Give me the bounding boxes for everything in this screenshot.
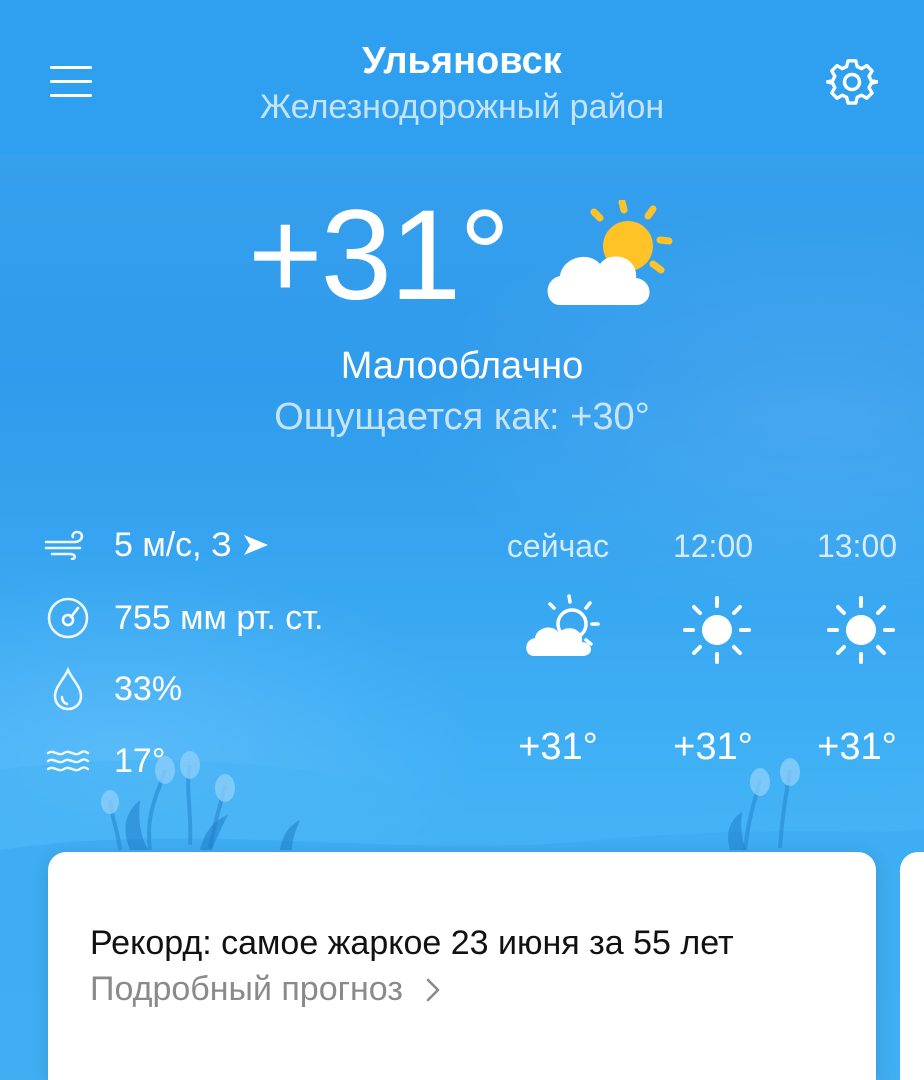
humidity-value: 33% — [114, 669, 183, 708]
hourly-time: сейчас — [506, 528, 610, 564]
wind-direction-icon — [243, 535, 268, 555]
partly-cloudy-sun-icon — [547, 200, 673, 305]
feels-like: Ощущается как: +30° — [274, 396, 650, 438]
partly-cloudy-sun-icon — [526, 594, 600, 656]
pressure-value: 755 мм рт. ст. — [114, 598, 324, 637]
hourly-time: 12:00 — [672, 528, 754, 564]
wind-value: 5 м/с, З — [114, 525, 232, 564]
hourly-temp: +31° — [518, 726, 598, 768]
water-temp-param: 17° — [44, 736, 165, 786]
hourly-temp: +31° — [817, 726, 897, 768]
hourly-time: 13:00 — [816, 528, 898, 564]
hourly-item-1300[interactable]: 13:00 +31° — [787, 528, 924, 788]
settings-button[interactable] — [825, 56, 879, 108]
water-temp-value: 17° — [114, 741, 166, 780]
wind-param: 5 м/с, З — [44, 520, 270, 570]
district-subtitle[interactable]: Железнодорожный район — [0, 88, 924, 127]
city-title[interactable]: Ульяновск — [0, 40, 924, 83]
wind-icon — [44, 530, 84, 560]
next-card-peek[interactable] — [900, 852, 924, 1080]
humidity-drop-icon — [53, 667, 83, 711]
chevron-right-icon — [426, 978, 440, 1001]
sun-icon — [827, 596, 895, 664]
hourly-item-1200[interactable]: 12:00 +31° — [643, 528, 783, 788]
detailed-forecast-label: Подробный прогноз — [90, 970, 403, 1008]
gear-icon — [825, 59, 879, 105]
sun-icon — [683, 596, 751, 664]
hourly-item-now[interactable]: сейчас +31° — [488, 528, 628, 788]
record-title: Рекорд: самое жаркое 23 июня за 55 лет — [90, 924, 734, 962]
header-bar: Ульяновск Железнодорожный район — [0, 0, 924, 155]
weather-condition: Малооблачно — [340, 345, 584, 387]
pressure-param: 755 мм рт. ст. — [44, 593, 323, 643]
hourly-temp: +31° — [673, 726, 753, 768]
record-card[interactable]: Рекорд: самое жаркое 23 июня за 55 лет П… — [48, 852, 876, 1080]
detailed-forecast-link[interactable]: Подробный прогноз — [90, 970, 441, 1009]
current-temperature: +31° — [248, 184, 510, 327]
pressure-icon — [47, 597, 89, 639]
water-temperature-icon — [46, 750, 90, 772]
humidity-param: 33% — [44, 664, 182, 714]
